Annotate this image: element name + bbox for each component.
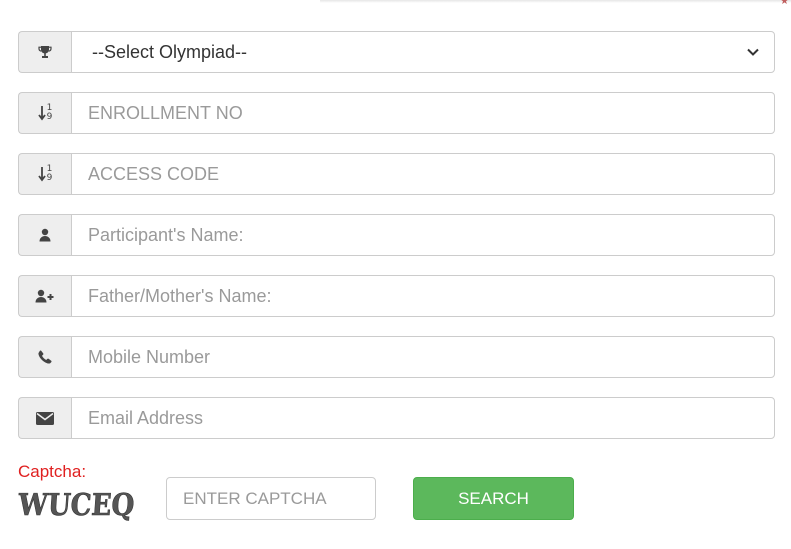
olympiad-search-form: --Select Olympiad-- 19 ENROLLMENT NO 1 9… — [18, 31, 775, 458]
phone-icon — [18, 336, 71, 378]
participant-name-input[interactable] — [71, 214, 775, 256]
parent-name-row — [18, 275, 775, 317]
captcha-label: Captcha: — [18, 462, 87, 481]
olympiad-select-row: --Select Olympiad-- — [18, 31, 775, 73]
enrollment-no-input[interactable] — [71, 92, 775, 134]
email-row — [18, 397, 775, 439]
email-address-input[interactable] — [71, 397, 775, 439]
sort-numeric-icon: 19 — [18, 153, 71, 195]
olympiad-select[interactable]: --Select Olympiad-- — [71, 31, 775, 73]
captcha-input[interactable] — [166, 477, 376, 520]
captcha-text: WUCEQ — [18, 488, 136, 523]
sort-numeric-icon: 19 — [18, 92, 71, 134]
chevron-down-icon — [746, 45, 760, 59]
access-code-input[interactable] — [71, 153, 775, 195]
participant-name-row — [18, 214, 775, 256]
parent-name-input[interactable] — [71, 275, 775, 317]
envelope-icon — [18, 397, 71, 439]
mobile-row — [18, 336, 775, 378]
enrollment-row: 19 — [18, 92, 775, 134]
user-plus-icon — [18, 275, 71, 317]
mobile-number-input[interactable] — [71, 336, 775, 378]
trophy-icon — [18, 31, 71, 73]
captcha-image: WUCEQ — [18, 488, 136, 524]
top-edge-shadow — [320, 0, 791, 3]
access-code-row: 19 — [18, 153, 775, 195]
corner-mark-icon: ★ — [780, 0, 789, 7]
user-icon — [18, 214, 71, 256]
olympiad-select-value: --Select Olympiad-- — [92, 41, 248, 62]
search-button[interactable]: SEARCH — [413, 477, 574, 520]
